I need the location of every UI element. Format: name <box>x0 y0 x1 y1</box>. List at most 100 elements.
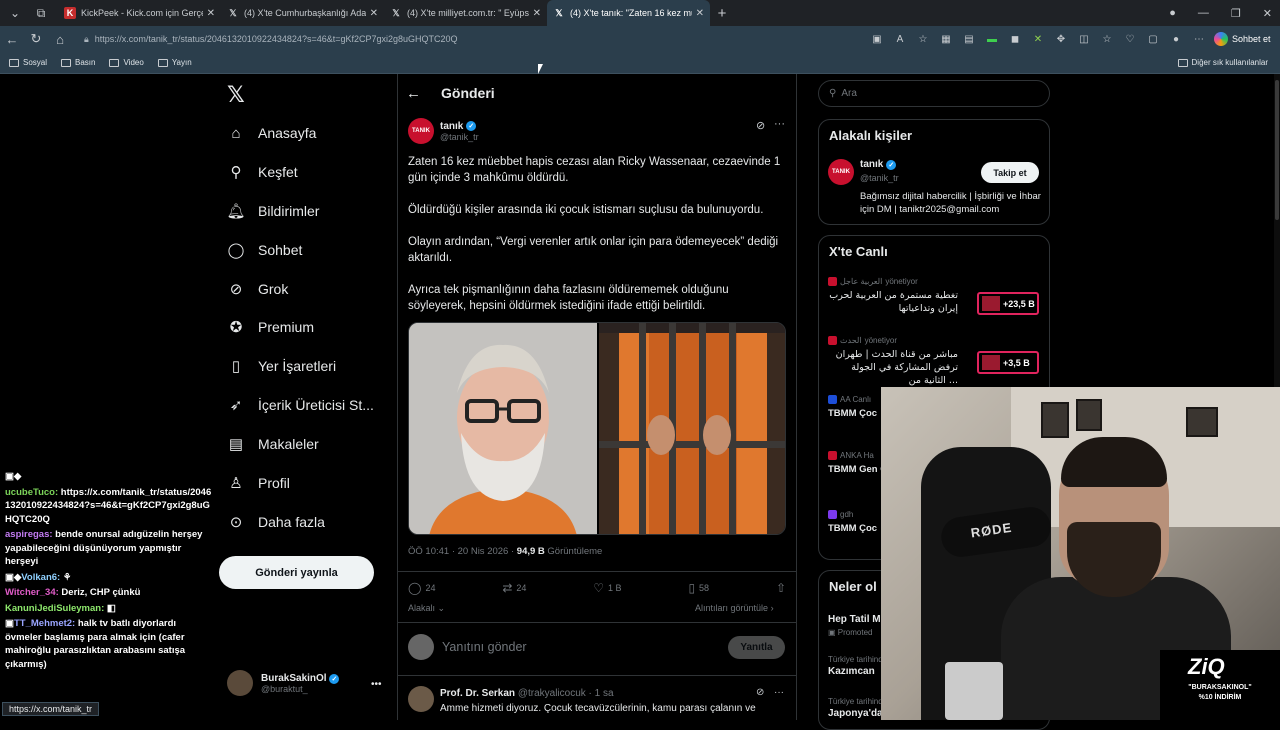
share-action[interactable]: ⇧ <box>776 581 786 595</box>
tab-list-icon[interactable]: ⌄ <box>4 2 26 24</box>
menu-dots-icon[interactable]: ⋯ <box>1192 32 1206 46</box>
home-browser-icon[interactable]: ⌂ <box>48 32 72 47</box>
nav-item-bookmarks[interactable]: ▯ Yer İşaretleri <box>227 354 336 378</box>
heart-icon[interactable]: ♡ <box>1123 32 1137 46</box>
copilot-icon <box>1214 32 1228 46</box>
wall-frame <box>1076 399 1102 431</box>
minimize-icon[interactable]: — <box>1198 7 1209 19</box>
copilot-chat-button[interactable]: Sohbet et <box>1214 32 1271 46</box>
bookmarks-bar: Sosyal Basın Video Yayın Diğer sık kulla… <box>0 52 1280 74</box>
url-field[interactable]: 🔒︎ https://x.com/tanik_tr/status/2046132… <box>80 29 870 49</box>
back-arrow-icon[interactable]: ← <box>406 85 421 102</box>
grok-icon[interactable]: ⊘ <box>756 687 764 698</box>
extension-icon[interactable]: ✕ <box>1031 32 1045 46</box>
x-logo-icon[interactable]: 𝕏 <box>227 83 245 108</box>
comment-author[interactable]: Prof. Dr. Serkan <box>440 688 515 699</box>
extensions-puzzle-icon[interactable]: ✥ <box>1054 32 1068 46</box>
close-tab-icon[interactable]: ✕ <box>533 8 541 19</box>
extension-icon[interactable]: ▦ <box>939 32 953 46</box>
bookmark-folder[interactable]: Video <box>109 58 144 67</box>
nav-item-premium[interactable]: ✪ Premium <box>227 315 314 339</box>
post-author[interactable]: TANIK tanık ✓ @tanik_tr <box>408 118 479 144</box>
maximize-icon[interactable]: ❐ <box>1231 7 1241 20</box>
live-thumbnail <box>982 355 1000 370</box>
split-screen-icon[interactable]: ▣ <box>870 32 884 46</box>
view-quotes-link[interactable]: Alıntıları görüntüle › <box>695 603 774 613</box>
person-name[interactable]: tanık <box>860 159 883 170</box>
close-window-icon[interactable]: ✕ <box>1263 7 1272 20</box>
close-tab-icon[interactable]: ✕ <box>696 8 704 19</box>
read-aloud-icon[interactable]: A <box>893 32 907 46</box>
nav-item-notifications[interactable]: 🔔︎ Bildirimler <box>226 199 319 223</box>
workspaces-icon[interactable]: ⧉ <box>30 2 52 24</box>
post-paragraph: Olayın ardından, “Vergi verenler artık o… <box>408 236 779 264</box>
reply-composer[interactable]: Yanıtını gönder <box>408 634 527 660</box>
avatar[interactable] <box>408 686 434 712</box>
person-avatar[interactable]: TANIK <box>828 159 854 185</box>
channel-logo <box>828 510 837 519</box>
wall-frame <box>1186 407 1218 437</box>
post-button[interactable]: Gönderi yayınla <box>219 556 374 589</box>
person-handle: @tanik_tr <box>860 173 899 183</box>
nav-item-articles[interactable]: ▤ Makaleler <box>227 432 319 456</box>
browser-tab[interactable]: K KickPeek - Kick.com için Gerçek Za✕ <box>58 0 221 26</box>
comment-more-icon[interactable]: ··· <box>774 687 784 698</box>
account-more-icon[interactable]: ••• <box>371 679 382 690</box>
post-media[interactable] <box>408 322 786 535</box>
repost-action[interactable]: ⇄ 24 <box>502 581 526 595</box>
other-bookmarks[interactable]: Diğer sık kullanılanlar <box>1177 58 1268 67</box>
split-view-icon[interactable]: ◫ <box>1077 32 1091 46</box>
close-tab-icon[interactable]: ✕ <box>370 8 378 19</box>
prison-bars-image[interactable] <box>599 323 785 534</box>
post-time[interactable]: ÖÖ 10:41 · 20 Nis 2026 · <box>408 546 517 557</box>
browser-tab-active[interactable]: 𝕏 (4) X'te tanık: "Zaten 16 kez müeb✕ <box>547 0 710 26</box>
follow-button[interactable]: Takip et <box>981 162 1039 183</box>
nav-item-home[interactable]: ⌂ Anasayfa <box>227 121 316 145</box>
like-action[interactable]: ♡ 1 B <box>593 581 621 595</box>
nav-item-grok[interactable]: ⊘ Grok <box>227 277 289 301</box>
new-tab-button[interactable]: + <box>710 5 734 22</box>
reply-action[interactable]: ◯ 24 <box>408 581 435 595</box>
reply-button[interactable]: Yanıtla <box>728 636 785 659</box>
chat-user: TT_Mehmet2: <box>13 618 76 629</box>
close-tab-icon[interactable]: ✕ <box>207 8 215 19</box>
reload-icon[interactable]: ↻ <box>24 31 48 47</box>
extension-icon[interactable]: ◼ <box>1008 32 1022 46</box>
collections-icon[interactable]: ▢ <box>1146 32 1160 46</box>
nav-item-creator-studio[interactable]: ➶ İçerik Üreticisi St... <box>227 393 374 417</box>
live-listener-count[interactable]: +23,5 B <box>977 292 1039 315</box>
nav-item-more[interactable]: ⊙ Daha fazla <box>227 510 325 534</box>
author-handle[interactable]: @tanik_tr <box>440 132 479 142</box>
post-more-icon[interactable]: ··· <box>774 118 785 130</box>
account-switcher[interactable]: BurakSakinOl ✓ @buraktut_ <box>227 670 340 696</box>
relevance-dropdown[interactable]: Alakalı ⌄ <box>408 603 445 614</box>
extension-icon[interactable]: ▤ <box>962 32 976 46</box>
browser-tab[interactable]: 𝕏 (4) X'te milliyet.com.tr: " Eyüpsu ✕ <box>384 0 547 26</box>
lock-icon: 🔒︎ <box>84 33 89 44</box>
favorites-icon[interactable]: ☆ <box>1100 32 1114 46</box>
extension-icon[interactable]: ▬ <box>985 32 999 46</box>
author-name[interactable]: tanık <box>440 121 463 132</box>
back-icon[interactable]: ← <box>0 32 24 47</box>
emote-icon: ⚘ <box>62 571 72 583</box>
profile-icon[interactable]: ● <box>1169 7 1176 19</box>
favorite-star-icon[interactable]: ☆ <box>916 32 930 46</box>
avatar-icon[interactable]: ● <box>1169 32 1183 46</box>
browser-tab[interactable]: 𝕏 (4) X'te Cumhurbaşkanlığı Aday Cl✕ <box>221 0 384 26</box>
bookmark-folder[interactable]: Yayın <box>157 58 192 67</box>
live-listener-count[interactable]: +3,5 B <box>977 351 1039 374</box>
grok-icon[interactable]: ⊘ <box>756 119 765 132</box>
nav-item-chat[interactable]: ◯ Sohbet <box>227 238 303 262</box>
divider <box>398 622 796 623</box>
mugshot-image[interactable] <box>409 323 597 534</box>
bookmark-action[interactable]: ▯ 58 <box>688 581 709 595</box>
search-input[interactable]: ⚲ Ara <box>818 80 1050 107</box>
reply-icon: ◯ <box>408 581 422 595</box>
nav-item-profile[interactable]: ♙ Profil <box>227 471 290 495</box>
badge-icon: ▣ <box>5 618 14 629</box>
nav-item-explore[interactable]: ⚲ Keşfet <box>227 160 298 184</box>
author-avatar[interactable]: TANIK <box>408 118 434 144</box>
bookmark-folder[interactable]: Sosyal <box>9 58 47 67</box>
bookmark-folder[interactable]: Basın <box>61 58 95 67</box>
reply-input[interactable]: Yanıtını gönder <box>442 640 527 654</box>
